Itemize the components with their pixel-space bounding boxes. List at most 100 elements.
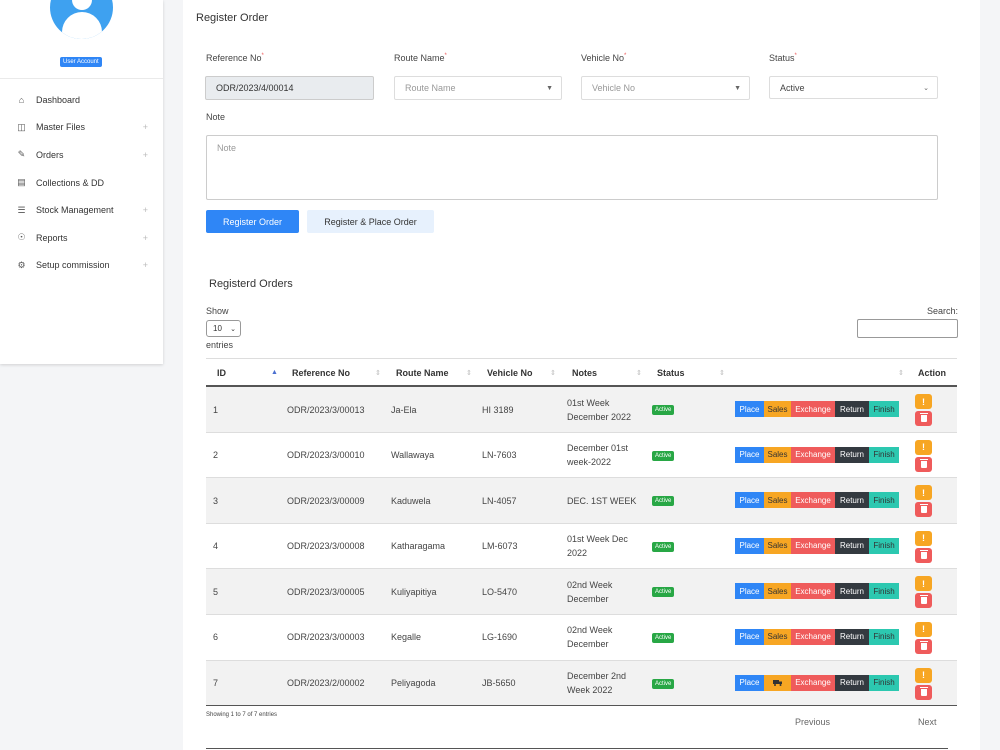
finish-button[interactable]: Finish [869,537,899,554]
sidebar-item-orders[interactable]: ✎ Orders + [0,141,163,169]
sort-icon[interactable]: ⇕ [719,359,725,386]
sales-button[interactable]: Sales [764,401,791,417]
warning-icon[interactable]: ! [915,439,932,455]
sort-asc-icon[interactable]: ▲ [271,359,278,386]
register-order-button[interactable]: Register Order [206,210,299,233]
warning-icon[interactable]: ! [915,394,932,409]
return-button[interactable]: Return [835,628,869,645]
sales-truck-button[interactable] [764,674,791,691]
status-select[interactable]: Active ⌄ [769,76,938,99]
entries-select[interactable]: 10 ⌄ [206,320,241,337]
return-button[interactable]: Return [835,401,869,417]
reference-value: ODR/2023/4/00014 [216,83,294,93]
caret-down-icon: ▼ [546,84,553,92]
cell-vehicle: LN-4057 [482,495,517,506]
column-header-reference[interactable]: Reference No [292,359,350,386]
register-place-order-button[interactable]: Register & Place Order [307,210,434,233]
sales-button[interactable]: Sales [764,583,791,600]
column-header-vehicle[interactable]: Vehicle No [487,359,533,386]
column-header-id[interactable]: ID [217,359,226,386]
finish-button[interactable]: Finish [869,583,899,600]
exchange-button[interactable]: Exchange [791,401,835,417]
sort-icon[interactable]: ⇕ [550,359,556,386]
sidebar-item-label: Orders [36,149,64,160]
cell-route: Peliyagoda [391,678,436,689]
return-button[interactable]: Return [835,583,869,600]
previous-page-button[interactable]: Previous [795,717,830,727]
sidebar-item-stock-management[interactable]: ☰ Stock Management + [0,196,163,224]
trash-icon[interactable] [915,593,932,609]
place-button[interactable]: Place [735,492,764,509]
avatar[interactable] [50,0,113,39]
sales-button[interactable]: Sales [764,537,791,554]
exchange-button[interactable]: Exchange [791,674,835,691]
footer-divider [206,748,948,749]
column-header-status[interactable]: Status [657,359,685,386]
return-button[interactable]: Return [835,537,869,554]
exchange-button[interactable]: Exchange [791,446,835,463]
sort-icon[interactable]: ⇕ [466,359,472,386]
expand-plus-icon[interactable]: + [143,233,148,243]
column-header-route[interactable]: Route Name [396,359,449,386]
trash-icon[interactable] [915,456,932,472]
database-icon: ☰ [17,204,26,215]
sidebar-item-master-files[interactable]: ◫ Master Files + [0,114,163,142]
expand-plus-icon[interactable]: + [143,122,148,132]
route-select[interactable]: Route Name ▼ [394,76,562,100]
column-header-action[interactable]: Action [918,359,946,386]
search-input[interactable] [857,319,958,338]
warning-icon[interactable]: ! [915,530,932,546]
trash-icon[interactable] [915,547,932,563]
sort-icon[interactable]: ⇕ [636,359,642,386]
sidebar-item-setup-commission[interactable]: ⚙ Setup commission + [0,252,163,280]
warning-icon[interactable]: ! [915,576,932,592]
finish-button[interactable]: Finish [869,674,899,691]
exchange-button[interactable]: Exchange [791,583,835,600]
place-button[interactable]: Place [735,401,764,417]
place-button[interactable]: Place [735,674,764,691]
trash-icon[interactable] [915,502,932,518]
place-button[interactable]: Place [735,537,764,554]
next-page-button[interactable]: Next [918,717,937,727]
sort-icon[interactable]: ⇕ [898,359,904,386]
chevron-down-icon: ⌄ [230,325,236,333]
sidebar-item-dashboard[interactable]: ⌂ Dashboard [0,86,163,114]
place-button[interactable]: Place [735,583,764,600]
trash-glyph [919,595,928,605]
exchange-button[interactable]: Exchange [791,628,835,645]
expand-plus-icon[interactable]: + [143,150,148,160]
finish-button[interactable]: Finish [869,446,899,463]
expand-plus-icon[interactable]: + [143,260,148,270]
finish-button[interactable]: Finish [869,628,899,645]
user-account-badge[interactable]: User Account [60,57,102,67]
sales-button[interactable]: Sales [764,628,791,645]
vehicle-select[interactable]: Vehicle No ▼ [581,76,750,100]
finish-button[interactable]: Finish [869,401,899,417]
place-button[interactable]: Place [735,446,764,463]
trash-icon[interactable] [915,638,932,654]
sidebar-item-collections[interactable]: ▤ Collections & DD [0,169,163,197]
trash-icon[interactable] [915,684,932,700]
exchange-button[interactable]: Exchange [791,492,835,509]
status-badge: Active [652,496,675,507]
finish-button[interactable]: Finish [869,492,899,509]
exchange-button[interactable]: Exchange [791,537,835,554]
place-button[interactable]: Place [735,628,764,645]
trash-icon[interactable] [915,411,932,426]
sort-icon[interactable]: ⇕ [375,359,381,386]
column-header-notes[interactable]: Notes [572,359,597,386]
sidebar-item-reports[interactable]: ☉ Reports + [0,224,163,252]
note-textarea[interactable]: Note [206,135,938,200]
expand-plus-icon[interactable]: + [143,205,148,215]
return-button[interactable]: Return [835,492,869,509]
warning-icon[interactable]: ! [915,621,932,637]
entries-value: 10 [213,324,222,333]
return-button[interactable]: Return [835,674,869,691]
sales-button[interactable]: Sales [764,492,791,509]
warning-icon[interactable]: ! [915,485,932,501]
trash-glyph [919,458,928,468]
table-row: 3 ODR/2023/3/00009 Kaduwela LN-4057 DEC.… [206,478,957,524]
return-button[interactable]: Return [835,446,869,463]
sales-button[interactable]: Sales [764,446,791,463]
warning-icon[interactable]: ! [915,667,932,683]
